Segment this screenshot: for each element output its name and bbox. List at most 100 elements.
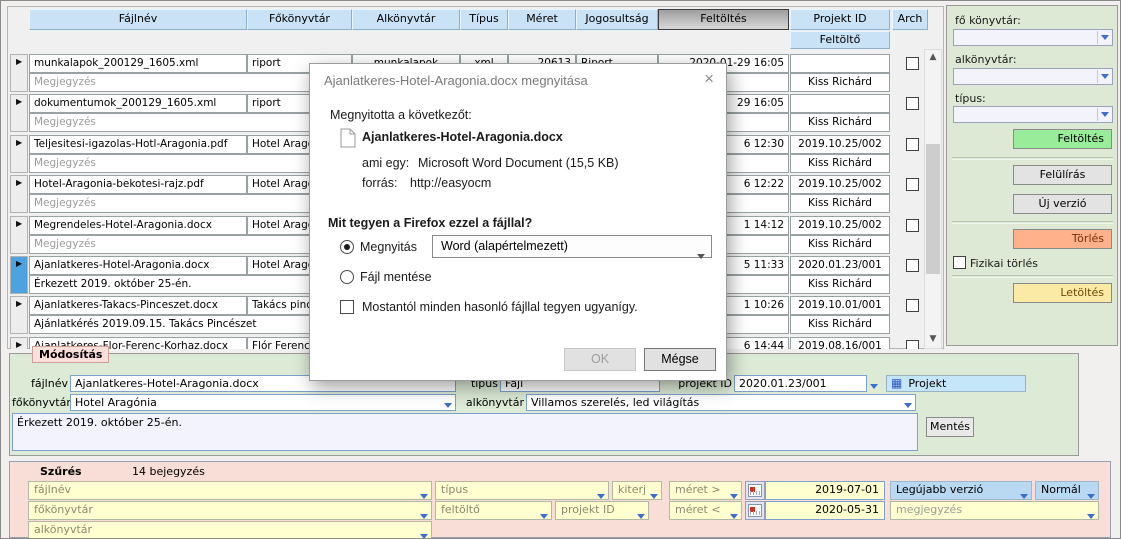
close-icon[interactable]: × xyxy=(704,69,714,89)
cell-projekt_id[interactable]: 2019.10.25/002 xyxy=(790,216,890,235)
arch-checkbox[interactable] xyxy=(906,340,919,349)
chevron-down-icon xyxy=(1097,108,1111,121)
document-manager-window: FájlnévFőkönyvtárAlkönyvtárTípusMéretJog… xyxy=(0,0,1121,539)
cell-projekt_id[interactable] xyxy=(790,54,890,73)
arch-checkbox[interactable] xyxy=(906,299,919,312)
cell-fajlnev[interactable]: Hotel-Aragonia-bekotesi-rajz.pdf xyxy=(29,175,247,194)
remember-checkbox[interactable] xyxy=(340,300,354,314)
project-button[interactable]: ▦Projekt xyxy=(886,375,1026,392)
filter-size-gt-select[interactable]: méret > xyxy=(669,481,742,500)
overwrite-button[interactable]: Felülírás xyxy=(1013,165,1112,185)
arch-checkbox[interactable] xyxy=(906,178,919,191)
file-type-label: ami egy: xyxy=(362,156,409,170)
ok-button[interactable]: OK xyxy=(564,348,636,371)
remember-label[interactable]: Mostantól minden hasonló fájllal tegyen … xyxy=(362,300,638,314)
cell-projekt_id[interactable]: 2019.10.25/002 xyxy=(790,175,890,194)
column-header-feltolto[interactable]: Feltöltő xyxy=(790,31,890,49)
column-header-tipus[interactable]: Típus xyxy=(460,9,508,30)
open-with-select[interactable]: Word (alapértelmezett) xyxy=(432,235,712,258)
main-directory-select[interactable]: Hotel Aragónia xyxy=(70,394,456,411)
open-with-radio[interactable] xyxy=(340,240,354,254)
arch-checkbox[interactable] xyxy=(906,57,919,70)
scroll-up-icon[interactable]: ▲ xyxy=(925,50,941,66)
column-header-fokonyvtar[interactable]: Főkönyvtár xyxy=(247,9,352,30)
uploader-cell: Kiss Richárd xyxy=(790,235,890,254)
row-marker[interactable]: ▶ xyxy=(10,256,28,294)
new-version-button[interactable]: Új verzió xyxy=(1013,194,1112,214)
main-directory-select[interactable] xyxy=(953,29,1113,46)
uploader-cell: Kiss Richárd xyxy=(790,194,890,213)
filter-extension-select[interactable]: kiterj xyxy=(612,481,662,500)
cell-fajlnev[interactable]: Teljesitesi-igazolas-Hotl-Aragonia.pdf xyxy=(29,135,247,154)
scrollbar-thumb[interactable] xyxy=(926,144,940,274)
uploader-cell: Kiss Richárd xyxy=(790,275,890,294)
cell-fajlnev[interactable]: Ajanlatkeres-Takacs-Pinceszet.docx xyxy=(29,296,247,315)
chevron-down-icon xyxy=(637,508,645,520)
filter-project-id-select[interactable]: projekt ID xyxy=(555,501,649,520)
chevron-down-icon xyxy=(420,488,428,500)
cell-fajlnev[interactable]: munkalapok_200129_1605.xml xyxy=(29,54,247,73)
row-marker[interactable]: ▶ xyxy=(10,54,28,92)
dialog-title: Ajanlatkeres-Hotel-Aragonia.docx megnyit… xyxy=(324,73,588,88)
cell-projekt_id[interactable]: 2019.10.01/001 xyxy=(790,296,890,315)
cell-fajlnev[interactable]: dokumentumok_200129_1605.xml xyxy=(29,94,247,113)
filter-size-lt-select[interactable]: méret < xyxy=(669,501,742,520)
physical-delete-checkbox[interactable] xyxy=(953,256,966,269)
cell-projekt_id[interactable]: 2020.01.23/001 xyxy=(790,256,890,275)
cell-projekt_id[interactable] xyxy=(790,94,890,113)
filter-date-from-input[interactable]: 2019-07-01 xyxy=(765,481,885,500)
scroll-down-icon[interactable]: ▼ xyxy=(925,332,941,348)
chevron-down-icon[interactable] xyxy=(904,398,1077,411)
arch-checkbox[interactable] xyxy=(906,219,919,232)
sidebar-panel: fő könyvtár: alkönyvtár: típus: Feltölté… xyxy=(946,5,1118,346)
date-to-calendar-button[interactable] xyxy=(745,501,765,520)
column-header-meret[interactable]: Méret xyxy=(508,9,576,30)
dialog-filename: Ajanlatkeres-Hotel-Aragonia.docx xyxy=(362,130,563,144)
arch-checkbox[interactable] xyxy=(906,138,919,151)
row-marker[interactable]: ▶ xyxy=(10,216,28,254)
filter-subdirectory-select[interactable]: alkönyvtár xyxy=(28,521,432,539)
filter-mode-select[interactable]: Normál xyxy=(1035,481,1099,500)
filter-uploader-select[interactable]: feltöltő xyxy=(435,501,552,520)
filter-date-to-input[interactable]: 2020-05-31 xyxy=(765,501,885,520)
cell-fajlnev[interactable]: Ajanlatkeres-Hotel-Aragonia.docx xyxy=(29,256,247,275)
column-header-projekt_id[interactable]: Projekt ID xyxy=(790,9,890,30)
arch-checkbox[interactable] xyxy=(906,259,919,272)
column-header-alkonyvtar[interactable]: Alkönyvtár xyxy=(352,9,460,30)
row-marker[interactable]: ▶ xyxy=(10,175,28,213)
cell-projekt_id[interactable]: 2019.08.16/001 xyxy=(790,337,890,349)
uploader-cell: Kiss Richárd xyxy=(790,315,890,334)
row-marker[interactable]: ▶ xyxy=(10,296,28,334)
open-with-label[interactable]: Megnyitás xyxy=(360,240,417,254)
filter-filename-select[interactable]: fájlnév xyxy=(28,481,432,500)
type-select[interactable] xyxy=(953,106,1113,123)
project-id-select[interactable]: 2020.01.23/001 xyxy=(734,375,867,392)
row-marker[interactable]: ▶ xyxy=(10,337,28,349)
save-file-radio[interactable] xyxy=(340,270,354,284)
row-marker[interactable]: ▶ xyxy=(10,94,28,132)
arch-checkbox[interactable] xyxy=(906,97,919,110)
cell-projekt_id[interactable]: 2019.10.25/002 xyxy=(790,135,890,154)
filter-comment-input[interactable]: megjegyzés xyxy=(890,501,1099,520)
column-header-fajlnev[interactable]: Fájlnév xyxy=(29,9,247,30)
save-file-label[interactable]: Fájl mentése xyxy=(360,270,432,284)
grid-scrollbar[interactable]: ▲ ▼ xyxy=(924,49,942,349)
subdirectory-select[interactable] xyxy=(953,68,1113,85)
upload-button[interactable]: Feltöltés xyxy=(1013,129,1112,149)
column-header-jogosultsag[interactable]: Jogosultság xyxy=(576,9,658,30)
document-icon xyxy=(340,128,356,148)
save-button[interactable]: Mentés xyxy=(926,417,974,437)
column-header-arch[interactable]: Arch xyxy=(892,9,928,30)
subdirectory-select[interactable]: Villamos szerelés, led világítás xyxy=(526,394,916,411)
cancel-button[interactable]: Mégse xyxy=(644,348,716,371)
comment-textarea[interactable]: Érkezett 2019. október 25-én. xyxy=(12,413,918,451)
download-button[interactable]: Letöltés xyxy=(1013,283,1112,303)
cell-fajlnev[interactable]: Megrendeles-Hotel-Aragonia.docx xyxy=(29,216,247,235)
row-marker[interactable]: ▶ xyxy=(10,135,28,173)
filter-type-select[interactable]: típus xyxy=(435,481,609,500)
filter-main-directory-select[interactable]: főkönyvtár xyxy=(28,501,432,520)
delete-button[interactable]: Törlés xyxy=(1013,229,1112,249)
column-header-feltoltes[interactable]: Feltöltés xyxy=(658,9,789,30)
filter-version-select[interactable]: Legújabb verzió xyxy=(890,481,1032,500)
date-from-calendar-button[interactable] xyxy=(745,481,765,500)
